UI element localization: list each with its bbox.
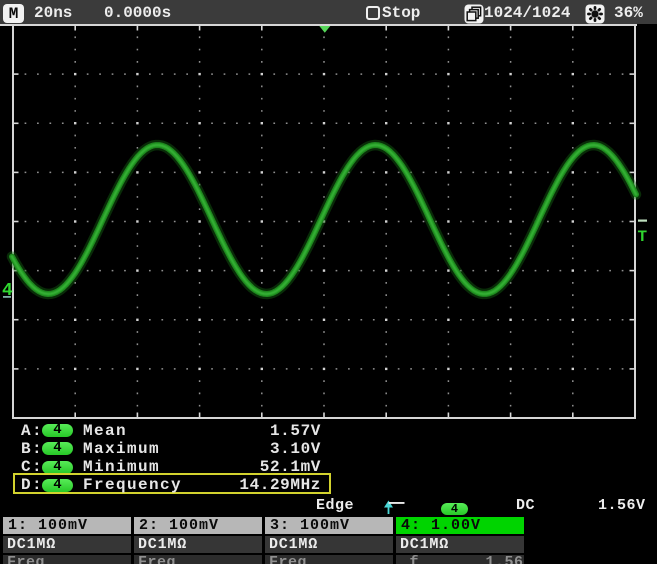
svg-text:4: 4 [2,281,13,301]
svg-text:T: T [638,228,648,246]
